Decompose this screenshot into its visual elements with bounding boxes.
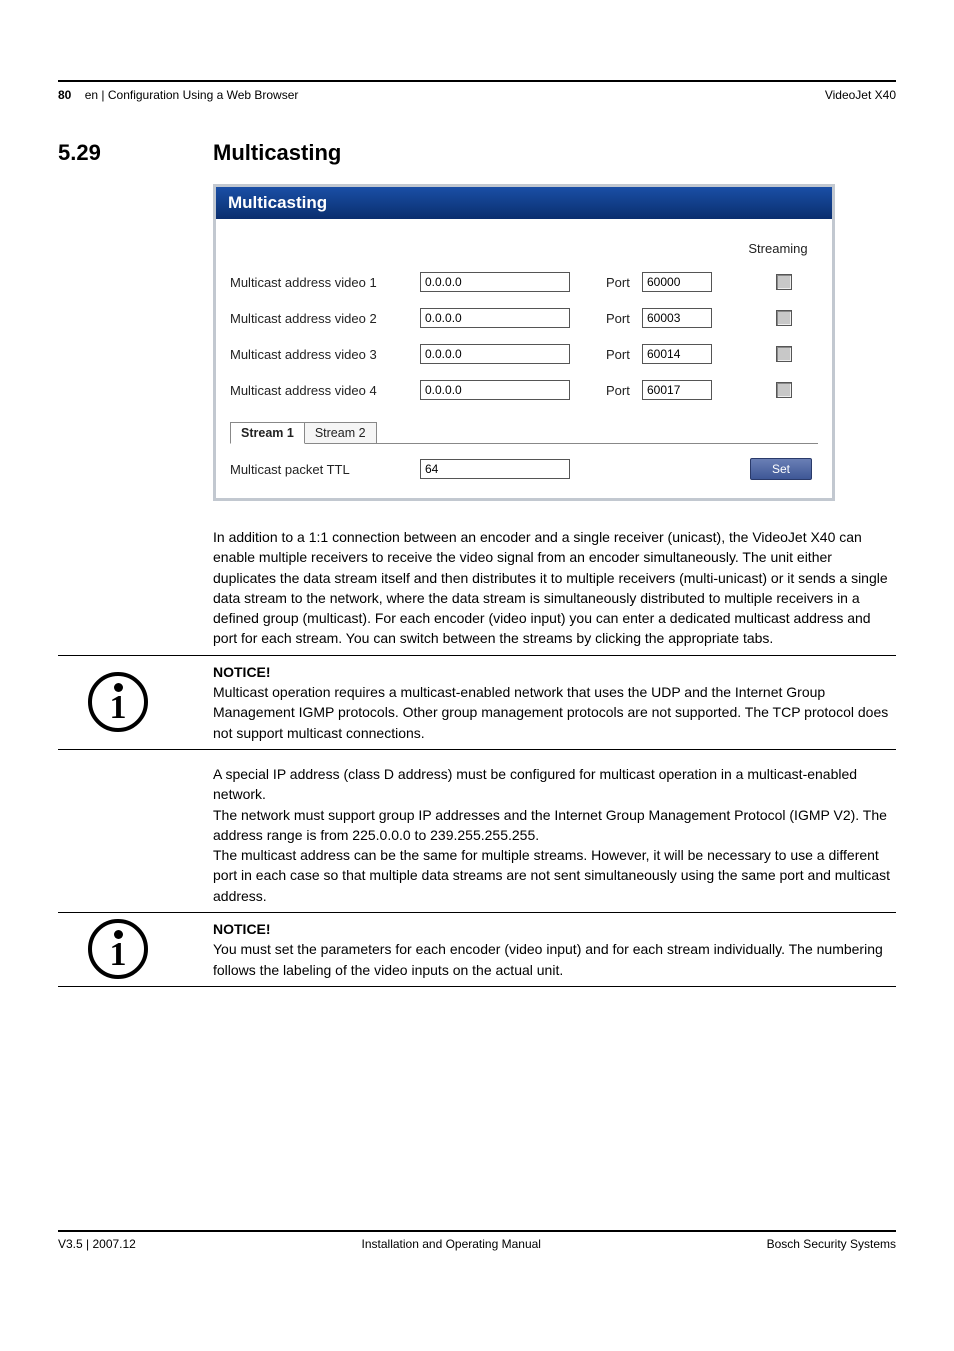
tab-stream-2[interactable]: Stream 2	[304, 422, 377, 444]
multicast-row-2: Multicast address video 2 Port	[230, 300, 818, 336]
section-number: 5.29	[58, 140, 213, 166]
footer-title: Installation and Operating Manual	[362, 1237, 541, 1251]
notice-block-2: 1 NOTICE! You must set the parameters fo…	[58, 912, 896, 987]
streaming-checkbox-4[interactable]	[776, 382, 792, 398]
multicast-label-3: Multicast address video 3	[230, 347, 420, 362]
footer-company: Bosch Security Systems	[767, 1237, 896, 1251]
multicast-port-input-3[interactable]	[642, 344, 712, 364]
notice-body: Multicast operation requires a multicast…	[213, 682, 896, 743]
port-label: Port	[606, 311, 642, 326]
multicast-label-2: Multicast address video 2	[230, 311, 420, 326]
breadcrumb: en | Configuration Using a Web Browser	[75, 88, 299, 102]
port-label: Port	[606, 383, 642, 398]
panel-title: Multicasting	[216, 187, 832, 219]
paragraph-2a: A special IP address (class D address) m…	[213, 764, 896, 805]
page-footer: V3.5 | 2007.12 Installation and Operatin…	[58, 1237, 896, 1251]
multicast-address-input-2[interactable]	[420, 308, 570, 328]
info-icon: 1	[88, 672, 148, 732]
ttl-label: Multicast packet TTL	[230, 462, 420, 477]
multicast-label-4: Multicast address video 4	[230, 383, 420, 398]
section-title: Multicasting	[213, 140, 341, 166]
multicast-port-input-4[interactable]	[642, 380, 712, 400]
multicast-label-1: Multicast address video 1	[230, 275, 420, 290]
streaming-checkbox-3[interactable]	[776, 346, 792, 362]
tab-stream-1[interactable]: Stream 1	[230, 422, 305, 444]
set-button[interactable]: Set	[750, 458, 812, 480]
multicast-row-3: Multicast address video 3 Port	[230, 336, 818, 372]
multicast-row-1: Multicast address video 1 Port	[230, 264, 818, 300]
intro-paragraph: In addition to a 1:1 connection between …	[213, 527, 896, 649]
notice-block-1: 1 NOTICE! Multicast operation requires a…	[58, 655, 896, 750]
multicast-address-input-3[interactable]	[420, 344, 570, 364]
notice-body: You must set the parameters for each enc…	[213, 939, 896, 980]
multicast-port-input-1[interactable]	[642, 272, 712, 292]
page-header: 80 en | Configuration Using a Web Browse…	[58, 88, 896, 102]
streaming-checkbox-1[interactable]	[776, 274, 792, 290]
multicasting-panel: Multicasting Streaming Multicast address…	[213, 184, 835, 501]
paragraph-2b: The network must support group IP addres…	[213, 805, 896, 846]
port-label: Port	[606, 275, 642, 290]
streaming-checkbox-2[interactable]	[776, 310, 792, 326]
notice-heading: NOTICE!	[213, 919, 896, 939]
paragraph-2c: The multicast address can be the same fo…	[213, 845, 896, 906]
multicast-row-4: Multicast address video 4 Port	[230, 372, 818, 408]
info-icon: 1	[88, 919, 148, 979]
notice-heading: NOTICE!	[213, 662, 896, 682]
multicast-address-input-1[interactable]	[420, 272, 570, 292]
multicast-address-input-4[interactable]	[420, 380, 570, 400]
footer-version: V3.5 | 2007.12	[58, 1237, 136, 1251]
streaming-column-header: Streaming	[744, 241, 812, 256]
multicast-port-input-2[interactable]	[642, 308, 712, 328]
port-label: Port	[606, 347, 642, 362]
page-number: 80	[58, 88, 71, 102]
product-name: VideoJet X40	[825, 88, 896, 102]
ttl-input[interactable]	[420, 459, 570, 479]
